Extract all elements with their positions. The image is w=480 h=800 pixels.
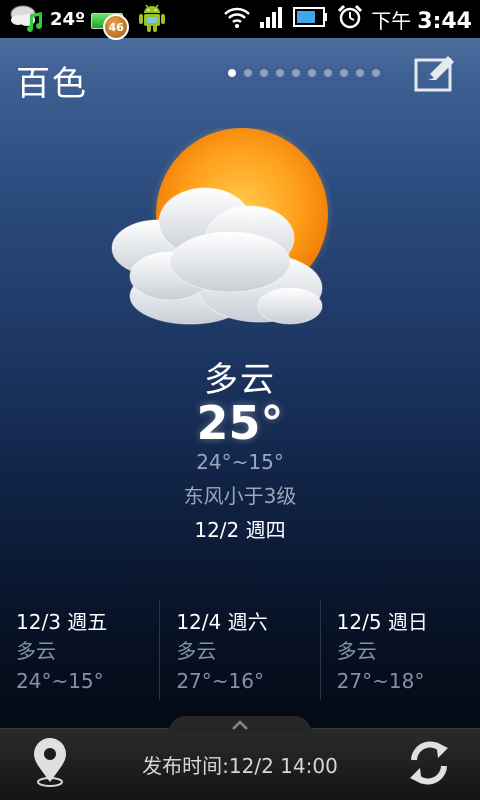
forecast-list: 12/3 週五 多云 24°~15° 12/4 週六 多云 27°~16° 12… (0, 600, 480, 700)
page-dot[interactable] (228, 69, 236, 77)
music-icon (24, 12, 44, 38)
forecast-range: 24°~15° (16, 669, 104, 693)
page-dot[interactable] (244, 69, 252, 77)
current-date: 12/2 週四 (194, 518, 286, 542)
status-right: 下午 3:44 (223, 0, 472, 38)
page-dot[interactable] (276, 69, 284, 77)
page-dot[interactable] (292, 69, 300, 77)
edit-icon (414, 56, 454, 92)
battery-icon: 46 (91, 10, 130, 40)
forecast-condition: 多云 (336, 639, 377, 663)
current-temperature: 25° (196, 396, 284, 450)
wifi-icon (223, 5, 251, 33)
refresh-icon (410, 741, 448, 785)
status-time: 3:44 (417, 8, 472, 34)
status-temperature: 24º (50, 8, 86, 30)
status-bar: 24º 46 下午 3:44 (0, 0, 480, 40)
battery-badge: 46 (103, 14, 130, 40)
forecast-range: 27°~16° (176, 669, 264, 693)
current-condition: 多云 (204, 360, 276, 400)
page-dot[interactable] (356, 69, 364, 77)
forecast-condition: 多云 (176, 639, 217, 663)
page-dot[interactable] (260, 69, 268, 77)
expand-handle[interactable] (168, 716, 312, 734)
forecast-condition: 多云 (16, 639, 56, 663)
signal-icon (259, 5, 285, 33)
android-icon (137, 1, 167, 37)
city-name[interactable]: 百色 (16, 56, 88, 105)
forecast-date: 12/5 週日 (336, 610, 428, 634)
current-wind: 东风小于3级 (183, 484, 297, 508)
page-dot[interactable] (308, 69, 316, 77)
chevron-up-icon (232, 720, 248, 730)
page-dot[interactable] (324, 69, 332, 77)
status-time-period: 下午 (371, 8, 412, 33)
edit-button[interactable] (414, 54, 458, 94)
forecast-date: 12/4 週六 (176, 610, 268, 634)
page-dot[interactable] (372, 69, 380, 77)
current-range: 24°~15° (196, 450, 284, 474)
weather-screen: 24º 46 下午 3:44 百色 多云 25° 24°~15° 东风小于3级 … (0, 0, 480, 800)
refresh-button[interactable] (406, 738, 452, 788)
forecast-range: 27°~18° (336, 669, 425, 693)
forecast-day-1[interactable]: 12/3 週五 多云 24°~15° (0, 600, 159, 700)
status-clock: 下午 3:44 (371, 5, 472, 34)
page-dot[interactable] (340, 69, 348, 77)
status-left: 24º 46 (8, 0, 167, 40)
forecast-day-3[interactable]: 12/5 週日 多云 27°~18° (319, 600, 480, 700)
forecast-date: 12/3 週五 (16, 610, 108, 634)
battery-level-icon (293, 6, 329, 32)
alarm-icon (337, 4, 363, 34)
page-indicator[interactable] (228, 69, 380, 77)
forecast-day-2[interactable]: 12/4 週六 多云 27°~16° (159, 600, 319, 700)
partly-cloudy-icon (100, 122, 370, 348)
